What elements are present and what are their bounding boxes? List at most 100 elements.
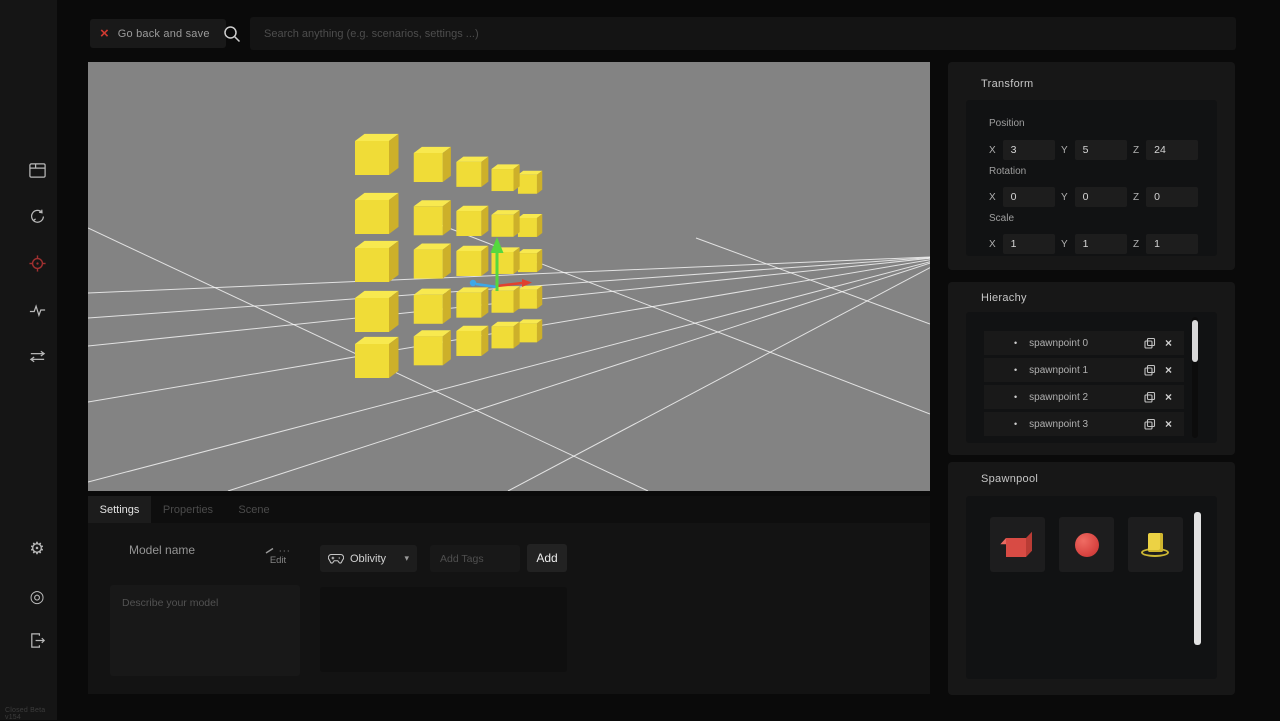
hierarchy-row-spawnpoint-2[interactable]: • spawnpoint 2 × [984, 385, 1184, 409]
search-icon [221, 23, 243, 45]
spawn-cube [414, 206, 443, 235]
gizmo-z-axis [476, 284, 497, 287]
scale-y-field[interactable]: Y 1 [1061, 234, 1127, 254]
3d-scene-canvas[interactable] [88, 62, 930, 491]
rotation-y-field[interactable]: Y 0 [1061, 187, 1127, 207]
spawn-cube [355, 248, 389, 282]
tab-properties[interactable]: Properties [151, 496, 225, 523]
axis-y-label: Y [1061, 145, 1068, 156]
hierarchy-scrollbar[interactable] [1192, 317, 1198, 438]
hierarchy-scrollbar-thumb[interactable] [1192, 320, 1198, 362]
rotation-y-value[interactable]: 0 [1075, 187, 1127, 207]
position-y-value[interactable]: 5 [1075, 140, 1127, 160]
spawn-cube-side [443, 244, 451, 279]
spawn-cube-side [443, 289, 451, 324]
tab-scene[interactable]: Scene [225, 496, 283, 523]
model-description-textarea[interactable] [110, 585, 300, 676]
tab-settings[interactable]: Settings [88, 496, 151, 523]
scale-x-value[interactable]: 1 [1003, 234, 1055, 254]
chevron-down-icon: ▾ [404, 553, 409, 564]
delete-icon[interactable]: × [1165, 417, 1172, 431]
transform-panel: Transform Position X 3 Y 5 Z 24 Rotation… [948, 62, 1235, 270]
axis-z-label: Z [1133, 239, 1139, 250]
spawn-cube-side [389, 241, 399, 282]
ellipsis-glyph: ··· [279, 545, 291, 555]
position-x-value[interactable]: 3 [1003, 140, 1055, 160]
spawn-cube-side [514, 247, 520, 274]
scale-x-field[interactable]: X 1 [989, 234, 1055, 254]
tune-icon[interactable] [26, 345, 48, 367]
hierarchy-title: Hierachy [981, 292, 1027, 304]
add-tags-input[interactable] [430, 545, 520, 572]
position-z-field[interactable]: Z 24 [1133, 140, 1198, 160]
search-input[interactable] [250, 17, 1236, 50]
edit-button[interactable]: ··· Edit [258, 547, 298, 566]
delete-icon[interactable]: × [1165, 363, 1172, 377]
rotation-x-value[interactable]: 0 [1003, 187, 1055, 207]
spawn-cube-side [443, 200, 451, 235]
spawnpool-title: Spawnpool [981, 473, 1038, 485]
scale-y-value[interactable]: 1 [1075, 234, 1127, 254]
spawn-cube [518, 175, 537, 194]
rotation-z-field[interactable]: Z 0 [1133, 187, 1198, 207]
delete-icon[interactable]: × [1165, 390, 1172, 404]
tab-settings-label: Settings [100, 504, 140, 516]
spawn-cube-side [389, 337, 399, 378]
spawn-cube-side [537, 249, 542, 272]
settings-gear-icon[interactable]: ⚙ [26, 537, 48, 559]
logout-icon[interactable] [26, 629, 48, 651]
spawn-cube-side [443, 147, 451, 182]
spawn-cube [456, 251, 481, 276]
duplicate-icon[interactable] [1143, 337, 1157, 350]
spawn-cube [414, 295, 443, 324]
delete-icon[interactable]: × [1165, 336, 1172, 350]
position-y-field[interactable]: Y 5 [1061, 140, 1127, 160]
scale-label: Scale [989, 213, 1014, 224]
duplicate-icon[interactable] [1143, 364, 1157, 377]
scale-z-field[interactable]: Z 1 [1133, 234, 1198, 254]
scale-z-value[interactable]: 1 [1146, 234, 1198, 254]
layout-icon[interactable] [26, 159, 48, 181]
add-tag-button[interactable]: Add [527, 544, 567, 572]
orbit-icon[interactable] [26, 205, 48, 227]
spawn-cube [518, 218, 537, 237]
spawnpool-panel: Spawnpool [948, 462, 1235, 695]
spawnpool-scrollbar-thumb[interactable] [1194, 512, 1201, 645]
position-z-value[interactable]: 24 [1146, 140, 1198, 160]
activity-icon[interactable] [26, 299, 48, 321]
rotation-z-value[interactable]: 0 [1146, 187, 1198, 207]
duplicate-icon[interactable] [1143, 418, 1157, 431]
red-sphere-icon [1075, 533, 1099, 557]
hierarchy-item-label: spawnpoint 1 [1029, 365, 1143, 376]
hierarchy-row-spawnpoint-3[interactable]: • spawnpoint 3 × [984, 412, 1184, 436]
spawnpool-item-yellow-pickup[interactable] [1128, 517, 1183, 572]
version-label: Closed Beta v154 [5, 707, 57, 721]
target-icon[interactable] [26, 252, 48, 274]
3d-viewport[interactable] [88, 62, 930, 491]
spawn-cube [355, 141, 389, 175]
hierarchy-row-spawnpoint-0[interactable]: • spawnpoint 0 × [984, 331, 1184, 355]
model-name-label[interactable]: Model name [129, 543, 195, 557]
close-x-icon: × [100, 26, 109, 41]
record-icon[interactable]: ◎ [26, 585, 48, 607]
edit-label: Edit [258, 555, 298, 566]
spawnpool-item-red-sphere[interactable] [1059, 517, 1114, 572]
spawnpool-item-red-cube[interactable] [990, 517, 1045, 572]
bottom-tabstrip: Settings Properties Scene [88, 496, 930, 523]
duplicate-icon[interactable] [1143, 391, 1157, 404]
rotation-x-field[interactable]: X 0 [989, 187, 1055, 207]
position-x-field[interactable]: X 3 [989, 140, 1055, 160]
hierarchy-item-label: spawnpoint 0 [1029, 338, 1143, 349]
tags-list-panel [320, 587, 567, 672]
go-back-save-button[interactable]: × Go back and save [90, 19, 226, 48]
go-back-save-label: Go back and save [118, 28, 210, 40]
spawn-cube [492, 215, 514, 237]
spawn-cube-side [481, 206, 488, 236]
axis-x-label: X [989, 192, 996, 203]
hierarchy-item-label: spawnpoint 2 [1029, 392, 1143, 403]
bullet-icon: • [1014, 338, 1017, 348]
hierarchy-row-spawnpoint-1[interactable]: • spawnpoint 1 × [984, 358, 1184, 382]
yellow-pickup-icon [1140, 530, 1172, 560]
spawn-cube-side [481, 157, 488, 187]
game-select-dropdown[interactable]: Oblivity ▾ [320, 545, 417, 572]
